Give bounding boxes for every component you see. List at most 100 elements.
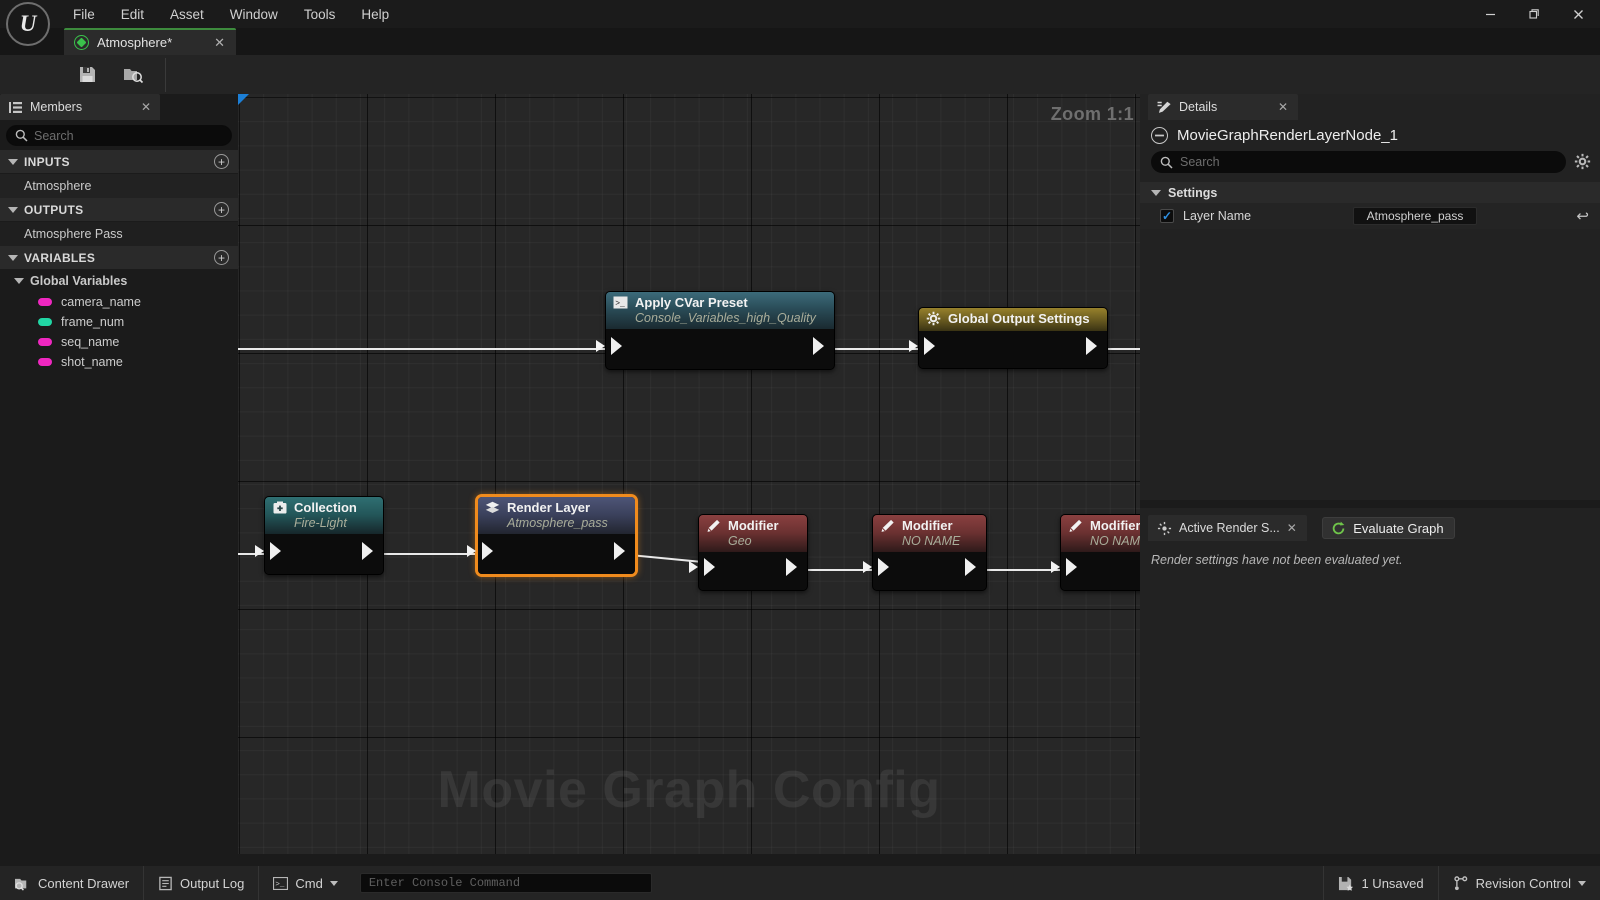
unreal-engine-logo-icon[interactable]: U — [6, 2, 50, 46]
menu-window[interactable]: Window — [217, 4, 291, 25]
variable-camera-name[interactable]: camera_name — [0, 292, 238, 312]
exec-in-arrow-icon — [689, 561, 698, 573]
members-item-atmosphere[interactable]: Atmosphere — [0, 174, 238, 198]
chevron-down-icon[interactable] — [1151, 189, 1161, 196]
tab-members[interactable]: Members ✕ — [0, 94, 160, 120]
node-global-output-settings[interactable]: Global Output Settings — [909, 307, 1108, 369]
node-input-pin[interactable] — [611, 337, 622, 355]
revert-icon[interactable]: ↩ — [1576, 207, 1589, 225]
node-input-pin[interactable] — [482, 542, 493, 560]
settings-label: Settings — [1168, 185, 1218, 200]
section-header-outputs[interactable]: OUTPUTS + — [0, 198, 238, 222]
minimize-button[interactable] — [1468, 0, 1512, 28]
node-modifier-noname-1[interactable]: Modifier NO NAME — [863, 514, 987, 591]
node-modifier-noname-2[interactable]: Modifier NO NAME — [1051, 514, 1140, 591]
settings-section-header[interactable]: Settings — [1140, 182, 1600, 203]
details-settings-gear-icon[interactable] — [1574, 153, 1591, 170]
node-output-pin[interactable] — [786, 558, 797, 576]
layer-name-checkbox[interactable]: ✓ — [1160, 209, 1174, 223]
movie-graph-canvas[interactable]: Zoom 1:1 Movie Graph Config >_ Apply CVa… — [238, 94, 1140, 854]
exec-in-arrow-icon — [255, 545, 264, 557]
active-render-settings-message: Render settings have not been evaluated … — [1151, 553, 1403, 567]
asset-toolbar — [0, 55, 1600, 94]
chevron-down-icon[interactable] — [8, 206, 18, 213]
panel-tab-label: Active Render S... — [1179, 521, 1280, 535]
evaluate-graph-button[interactable]: Evaluate Graph — [1322, 517, 1455, 539]
section-header-variables[interactable]: VARIABLES + — [0, 246, 238, 270]
node-title: Collection — [294, 500, 357, 515]
tab-active-render-settings[interactable]: Active Render S... ✕ — [1148, 515, 1307, 541]
variable-label: frame_num — [61, 315, 125, 329]
variable-shot-name[interactable]: shot_name — [0, 352, 238, 372]
save-button[interactable] — [64, 55, 110, 94]
node-input-pin[interactable] — [878, 558, 889, 576]
close-icon[interactable]: ✕ — [141, 100, 151, 114]
unsaved-assets-button[interactable]: 1 Unsaved — [1323, 866, 1437, 900]
console-command-input[interactable]: Enter Console Command — [359, 873, 652, 893]
revision-control-button[interactable]: Revision Control — [1437, 866, 1600, 900]
node-output-pin[interactable] — [965, 558, 976, 576]
node-collection[interactable]: Collection Fire-Light — [255, 496, 384, 575]
details-search-input[interactable]: Search — [1151, 151, 1566, 173]
node-body — [863, 552, 986, 590]
chevron-down-icon[interactable] — [329, 880, 338, 886]
node-subtitle: Fire-Light — [294, 516, 347, 530]
variable-seq-name[interactable]: seq_name — [0, 332, 238, 352]
menu-help[interactable]: Help — [348, 4, 402, 25]
node-input-pin[interactable] — [1066, 558, 1077, 576]
members-search-input[interactable]: Search — [6, 125, 232, 146]
chevron-down-icon[interactable] — [14, 278, 24, 284]
chevron-down-icon[interactable] — [8, 158, 18, 165]
cmd-dropdown[interactable]: >_ Cmd — [259, 866, 351, 900]
add-output-button[interactable]: + — [214, 202, 229, 217]
close-window-button[interactable] — [1556, 0, 1600, 28]
node-body — [909, 331, 1107, 368]
node-header: Modifier NO NAME — [873, 515, 986, 552]
node-subtitle: NO NAME — [902, 534, 961, 548]
chevron-down-icon[interactable] — [8, 254, 18, 261]
tab-details[interactable]: Details ✕ — [1148, 94, 1298, 120]
exec-in-arrow-icon — [863, 561, 872, 573]
node-subtitle: NO NAME — [1090, 534, 1140, 548]
tab-label: Atmosphere* — [97, 35, 173, 50]
node-input-pin[interactable] — [270, 542, 281, 560]
node-modifier-geo[interactable]: Modifier Geo — [689, 514, 808, 591]
members-item-atmosphere-pass[interactable]: Atmosphere Pass — [0, 222, 238, 246]
menu-file[interactable]: File — [60, 4, 108, 25]
node-output-pin[interactable] — [813, 337, 824, 355]
menu-edit[interactable]: Edit — [108, 4, 157, 25]
property-label: Layer Name — [1183, 209, 1252, 223]
node-output-pin[interactable] — [1086, 337, 1097, 355]
node-title: Global Output Settings — [948, 311, 1090, 326]
menu-asset[interactable]: Asset — [157, 4, 217, 25]
add-input-button[interactable]: + — [214, 154, 229, 169]
maximize-restore-button[interactable] — [1512, 0, 1556, 28]
layer-name-input[interactable]: Atmosphere_pass — [1353, 207, 1477, 225]
output-log-button[interactable]: Output Log — [144, 866, 260, 900]
node-subtitle: Geo — [728, 534, 752, 548]
add-variable-button[interactable]: + — [214, 250, 229, 265]
content-drawer-button[interactable]: Content Drawer — [0, 866, 145, 900]
close-icon[interactable]: ✕ — [211, 35, 228, 51]
node-input-pin[interactable] — [704, 558, 715, 576]
search-icon — [15, 129, 28, 142]
exec-in-arrow-icon — [909, 340, 918, 352]
close-icon[interactable]: ✕ — [1287, 521, 1297, 535]
status-bar: Content Drawer Output Log >_ Cmd Enter C… — [0, 866, 1600, 900]
node-body — [689, 552, 807, 590]
variables-group-global[interactable]: Global Variables — [0, 270, 238, 292]
content-drawer-icon — [15, 878, 27, 891]
menu-tools[interactable]: Tools — [291, 4, 349, 25]
tab-atmosphere[interactable]: Atmosphere* ✕ — [64, 28, 236, 55]
chevron-down-icon[interactable] — [1578, 880, 1586, 886]
node-render-layer[interactable]: Render Layer Atmosphere_pass — [467, 494, 638, 577]
close-icon[interactable]: ✕ — [1278, 100, 1288, 114]
variable-frame-num[interactable]: frame_num — [0, 312, 238, 332]
node-output-pin[interactable] — [614, 542, 625, 560]
node-output-pin[interactable] — [362, 542, 373, 560]
browse-to-asset-button[interactable] — [110, 55, 156, 94]
node-apply-cvar-preset[interactable]: >_ Apply CVar Preset Console_Variables_h… — [596, 291, 835, 370]
node-input-pin[interactable] — [924, 337, 935, 355]
section-header-inputs[interactable]: INPUTS + — [0, 150, 238, 174]
details-object-name: MovieGraphRenderLayerNode_1 — [1177, 127, 1398, 144]
